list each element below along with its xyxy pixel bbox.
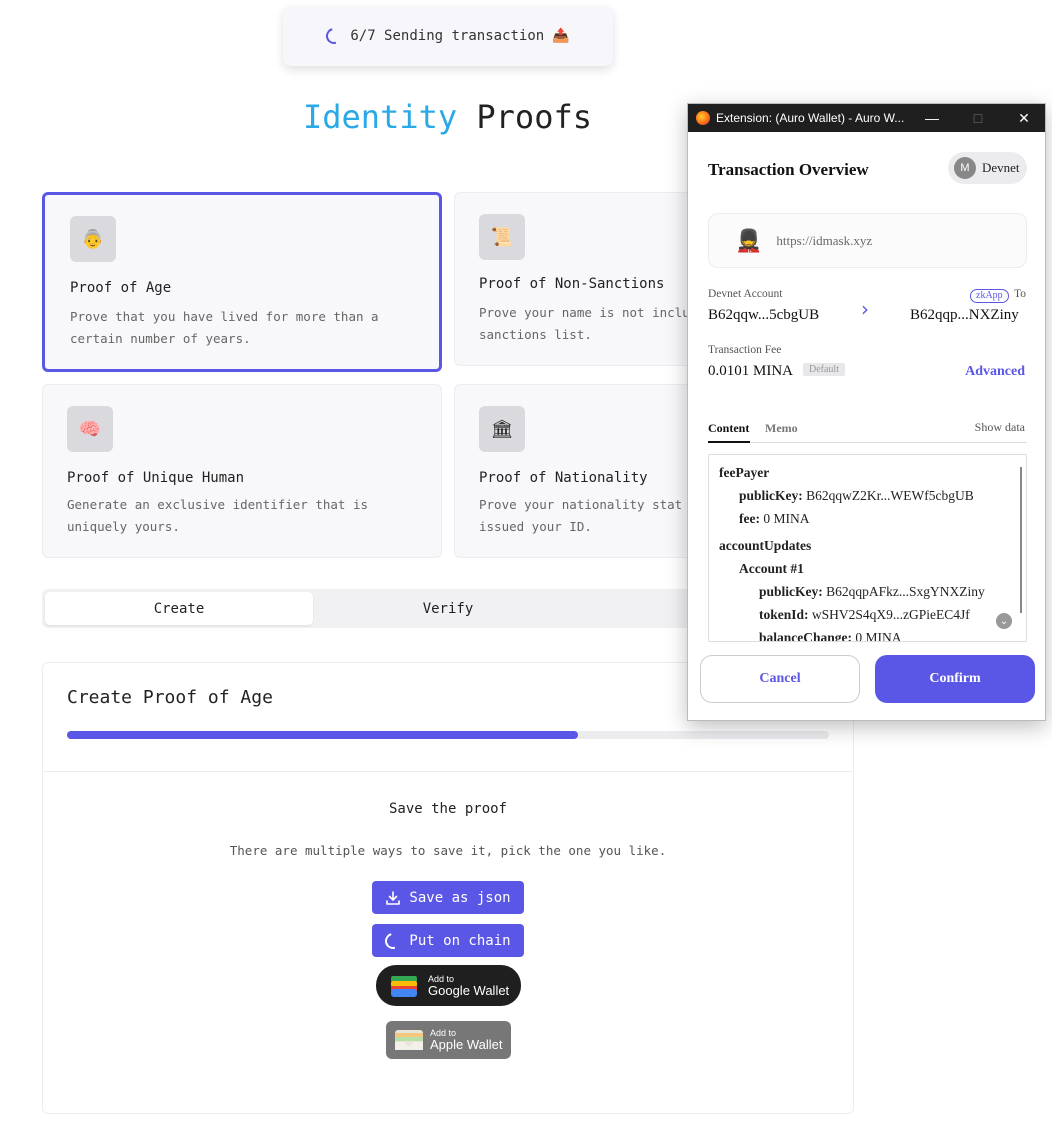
advanced-link[interactable]: Advanced (965, 364, 1025, 380)
to-label: To (1014, 288, 1026, 300)
scroll-icon: 📜 (479, 214, 525, 260)
site-origin-box: 💂 https://idmask.xyz (708, 213, 1027, 268)
government-building-icon: 🏛 (479, 406, 525, 452)
card-description: Prove that you have lived for more than … (70, 309, 379, 346)
confirm-button[interactable]: Confirm (875, 655, 1035, 703)
tab-underline (708, 441, 750, 443)
elderly-woman-icon: 👵 (70, 216, 116, 262)
put-on-chain-label: Put on chain (409, 932, 511, 949)
panel-title: Create Proof of Age (67, 687, 273, 708)
fee-value: 0.0101 MINA (708, 363, 793, 379)
from-label: Devnet Account (708, 288, 783, 300)
network-selector[interactable]: M Devnet (948, 152, 1027, 184)
save-as-json-button[interactable]: Save as json (372, 881, 524, 914)
card-title: Proof of Unique Human (67, 470, 245, 486)
json-account-updates: accountUpdates (719, 538, 812, 553)
transaction-toast: 6/7 Sending transaction 📤 (283, 6, 613, 66)
add-to-apple-wallet-button[interactable]: Add to Apple Wallet (386, 1021, 511, 1059)
guard-icon: 💂 (735, 227, 763, 253)
network-label: Devnet (982, 160, 1020, 175)
transaction-overview-title: Transaction Overview (708, 160, 869, 179)
save-title: Save the proof (388, 801, 507, 817)
fee-default-badge: Default (803, 363, 845, 376)
auro-wallet-popup: Extension: (Auro Wallet) - Auro W... — □… (687, 103, 1046, 721)
card-title: Proof of Age (70, 280, 172, 296)
zkapp-badge: zkApp (970, 289, 1009, 303)
card-description: Prove your nationality stat issued your … (479, 497, 683, 534)
minimize-icon[interactable]: — (917, 104, 947, 132)
fee-label: Transaction Fee (708, 344, 782, 356)
toast-text: 6/7 Sending transaction (350, 28, 545, 44)
apple-wallet-icon (395, 1030, 423, 1050)
site-url: https://idmask.xyz (776, 232, 873, 248)
save-description: There are multiple ways to save it, pick… (229, 843, 667, 858)
google-wallet-icon (391, 975, 417, 997)
tab-divider (708, 442, 1027, 443)
divider (43, 771, 853, 772)
outbox-icon: 📤 (552, 28, 570, 44)
card-title: Proof of Nationality (479, 470, 648, 486)
tab-verify[interactable]: Verify (314, 592, 582, 625)
google-wallet-big: Google Wallet (428, 982, 510, 998)
apple-wallet-big: Apple Wallet (430, 1037, 503, 1052)
json-account-1: Account #1 (739, 561, 804, 576)
extension-title-bar: Extension: (Auro Wallet) - Auro W... — □… (688, 104, 1045, 132)
from-address: B62qqw...5cbgUB (708, 307, 820, 323)
page-title-identity: Identity (303, 98, 458, 136)
json-balance-change: balanceChange: 0 MINA (759, 630, 902, 642)
brain-icon: 🧠 (67, 406, 113, 452)
card-title: Proof of Non-Sanctions (479, 276, 665, 292)
page-title-proofs: Proofs (476, 98, 592, 136)
maximize-icon[interactable]: □ (963, 104, 993, 132)
card-proof-of-unique-human[interactable]: 🧠 Proof of Unique Human Generate an excl… (42, 384, 442, 558)
loading-spinner-icon (323, 25, 346, 47)
card-proof-of-non-sanctions[interactable]: 📜 Proof of Non-Sanctions Prove your name… (454, 192, 704, 366)
show-data-link[interactable]: Show data (975, 420, 1025, 435)
chevron-right-icon: › (861, 297, 869, 321)
card-proof-of-age[interactable]: 👵 Proof of Age Prove that you have lived… (42, 192, 442, 372)
scroll-down-icon[interactable]: ⌄ (996, 613, 1012, 629)
mina-logo-icon: M (954, 157, 976, 179)
add-to-google-wallet-button[interactable]: Add to Google Wallet (376, 965, 521, 1006)
json-token-id: tokenId: wSHV2S4qX9...zGPieEC4Jf (759, 607, 970, 622)
tab-memo[interactable]: Memo (765, 421, 798, 436)
create-proof-panel: Create Proof of Age Save the proof There… (42, 662, 854, 1114)
card-description: Prove your name is not inclu sanctions l… (479, 305, 690, 342)
card-proof-of-nationality[interactable]: 🏛 Proof of Nationality Prove your nation… (454, 384, 704, 558)
close-icon[interactable]: ✕ (1009, 104, 1039, 132)
extension-window-title: Extension: (Auro Wallet) - Auro W... (716, 111, 905, 125)
firefox-icon (696, 111, 710, 125)
tab-create[interactable]: Create (45, 592, 313, 625)
json-fee-payer: feePayer (719, 465, 770, 480)
json-fee-payer-public-key: publicKey: B62qqwZ2Kr...WEWf5cbgUB (739, 488, 974, 503)
tab-content[interactable]: Content (708, 421, 749, 436)
progress-fill (67, 731, 578, 739)
to-address: B62qqp...NXZiny (910, 307, 1019, 323)
transaction-content-box[interactable]: feePayer publicKey: B62qqwZ2Kr...WEWf5cb… (708, 454, 1027, 642)
scrollbar[interactable] (1020, 467, 1022, 613)
save-as-json-label: Save as json (409, 889, 511, 906)
put-on-chain-button[interactable]: Put on chain (372, 924, 524, 957)
progress-bar (67, 731, 829, 739)
cancel-button[interactable]: Cancel (700, 655, 860, 703)
json-account-public-key: publicKey: B62qqpAFkz...SxgYNXZiny (759, 584, 985, 599)
download-icon (386, 890, 401, 905)
loading-spinner-icon (382, 929, 405, 952)
card-description: Generate an exclusive identifier that is… (67, 497, 369, 534)
json-fee: fee: 0 MINA (739, 511, 810, 526)
google-wallet-small: Add to (428, 973, 455, 984)
